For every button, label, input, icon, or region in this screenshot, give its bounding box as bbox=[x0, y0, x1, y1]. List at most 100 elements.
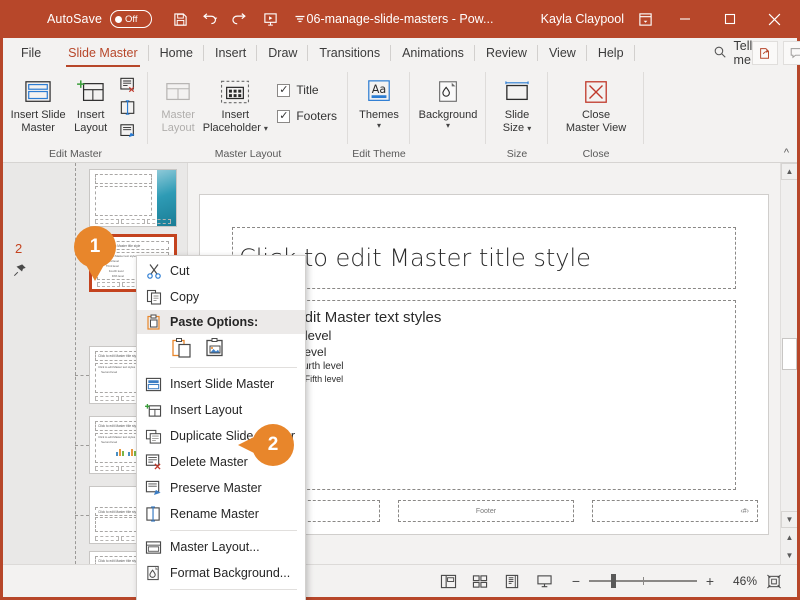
previous-slide-button[interactable]: ▲ bbox=[781, 528, 797, 546]
zoom-out-button[interactable]: − bbox=[569, 573, 583, 589]
account-name[interactable]: Kayla Claypool bbox=[541, 12, 628, 26]
zoom-in-button[interactable]: + bbox=[703, 573, 717, 589]
ribbon-group-edit-theme: Aa Themes ▾ Edit Theme bbox=[348, 68, 410, 162]
zoom-slider[interactable] bbox=[589, 574, 697, 588]
autosave-control[interactable]: AutoSave Off bbox=[47, 10, 153, 28]
tell-me-box[interactable]: Tell me bbox=[713, 38, 752, 68]
slide-number-placeholder[interactable]: ‹#› bbox=[592, 500, 758, 522]
callout-tail bbox=[86, 265, 104, 281]
tab-home[interactable]: Home bbox=[149, 38, 205, 68]
title-checkbox[interactable]: ✓ Title bbox=[277, 83, 337, 97]
footers-checkbox[interactable]: ✓ Footers bbox=[277, 109, 337, 123]
background-styles-button[interactable]: Background ▾ bbox=[417, 71, 479, 137]
paste-picture-icon[interactable] bbox=[204, 336, 228, 360]
ribbon-group-label-close: Close bbox=[582, 148, 610, 160]
tab-review[interactable]: Review bbox=[475, 38, 538, 68]
reading-view-button[interactable] bbox=[497, 569, 527, 593]
tab-help[interactable]: Help bbox=[587, 38, 635, 68]
context-menu-item-master-layout[interactable]: Master Layout... bbox=[137, 534, 305, 560]
pin-icon[interactable] bbox=[13, 263, 27, 282]
chevron-down-icon[interactable]: ▾ bbox=[446, 122, 450, 130]
close-master-view-label-1: Close bbox=[581, 109, 611, 121]
paste-keep-source-formatting-icon[interactable] bbox=[170, 336, 194, 360]
callout-number-1: 1 bbox=[89, 236, 101, 257]
themes-icon: Aa bbox=[365, 75, 393, 109]
normal-view-button[interactable] bbox=[433, 569, 463, 593]
context-menu-item-preserve-master[interactable]: Preserve Master bbox=[137, 475, 305, 501]
rename-master-icon[interactable] bbox=[115, 97, 141, 119]
zoom-midpoint-tick bbox=[643, 577, 644, 585]
close-master-view-icon bbox=[583, 75, 609, 109]
delete-master-icon[interactable] bbox=[115, 74, 141, 96]
ribbon-tab-bar: File Slide Master Home Insert Draw Trans… bbox=[3, 38, 800, 68]
context-menu-item-cut[interactable]: Cut bbox=[137, 258, 305, 284]
collapse-ribbon-button[interactable]: ^ bbox=[784, 147, 789, 159]
footer-placeholder[interactable]: Footer bbox=[398, 500, 574, 522]
context-menu-label-insert-slide-master: Insert Slide Master bbox=[170, 377, 275, 391]
theme-wave-graphic bbox=[157, 170, 176, 226]
context-menu-item-insert-slide-master[interactable]: Insert Slide Master bbox=[137, 371, 305, 397]
preserve-master-icon bbox=[137, 475, 170, 501]
scroll-up-button[interactable]: ▲ bbox=[781, 163, 797, 180]
insert-layout-button[interactable]: Insert Layout bbox=[68, 71, 113, 137]
chevron-down-icon[interactable]: ▾ bbox=[377, 122, 381, 130]
start-presentation-icon[interactable] bbox=[256, 6, 284, 32]
slide-size-button[interactable]: Slide Size ▾ bbox=[493, 71, 541, 137]
autosave-label: AutoSave bbox=[47, 12, 103, 26]
master-hierarchy-rail bbox=[75, 163, 76, 564]
close-master-view-button[interactable]: Close Master View bbox=[555, 71, 637, 137]
scrollbar-thumb[interactable] bbox=[782, 338, 797, 370]
autosave-toggle-knob bbox=[115, 15, 123, 23]
tab-insert[interactable]: Insert bbox=[204, 38, 258, 68]
thumbnail-master-1[interactable] bbox=[89, 169, 177, 227]
chevron-down-icon[interactable]: ▾ bbox=[264, 125, 268, 133]
tab-bar-right-controls bbox=[752, 38, 800, 68]
close-icon[interactable] bbox=[752, 0, 797, 38]
slideshow-view-button[interactable] bbox=[529, 569, 559, 593]
zoom-slider-handle[interactable] bbox=[611, 574, 616, 588]
context-menu-divider bbox=[170, 589, 297, 590]
zoom-control[interactable]: − + 46% bbox=[569, 573, 757, 589]
tab-file[interactable]: File bbox=[3, 38, 57, 68]
ribbon-display-options-icon[interactable] bbox=[628, 4, 662, 34]
themes-button[interactable]: Aa Themes ▾ bbox=[355, 71, 403, 137]
redo-icon[interactable] bbox=[226, 6, 254, 32]
thumbnail-connector bbox=[75, 445, 89, 446]
undo-icon[interactable] bbox=[196, 6, 224, 32]
slide-sorter-view-button[interactable] bbox=[465, 569, 495, 593]
autosave-toggle[interactable]: Off bbox=[110, 10, 153, 28]
master-title-placeholder[interactable]: Click to edit Master title style bbox=[232, 227, 736, 289]
context-menu-label-cut: Cut bbox=[170, 264, 190, 278]
tab-view[interactable]: View bbox=[538, 38, 587, 68]
context-menu-item-copy[interactable]: Copy bbox=[137, 284, 305, 310]
chevron-down-icon[interactable]: ▾ bbox=[527, 125, 531, 133]
tab-draw[interactable]: Draw bbox=[257, 38, 309, 68]
maximize-icon[interactable] bbox=[707, 0, 752, 38]
preserve-master-icon[interactable] bbox=[115, 120, 141, 142]
ribbon-group-edit-master: Insert Slide Master Insert Layout Edit M… bbox=[3, 68, 148, 162]
comments-icon[interactable] bbox=[783, 41, 800, 65]
callout-number-2: 2 bbox=[267, 434, 279, 455]
vertical-scrollbar[interactable]: ▲ ▼ ▲ ▼ bbox=[780, 163, 797, 564]
tab-transitions[interactable]: Transitions bbox=[308, 38, 391, 68]
master-body-placeholder[interactable]: Click to edit Master text styles Second … bbox=[232, 300, 736, 490]
zoom-level-label[interactable]: 46% bbox=[723, 574, 757, 588]
fit-slide-to-window-button[interactable] bbox=[759, 569, 789, 593]
share-icon[interactable] bbox=[752, 41, 779, 65]
edit-master-small-buttons bbox=[115, 71, 141, 142]
insert-layout-icon bbox=[137, 397, 170, 423]
tab-animations[interactable]: Animations bbox=[391, 38, 475, 68]
tab-slide-master[interactable]: Slide Master bbox=[57, 38, 150, 68]
save-icon[interactable] bbox=[166, 6, 194, 32]
next-slide-button[interactable]: ▼ bbox=[781, 546, 797, 564]
callout-badge-1: 1 bbox=[74, 226, 116, 281]
insert-slide-master-button[interactable]: Insert Slide Master bbox=[10, 71, 66, 137]
context-menu-item-insert-layout[interactable]: Insert Layout bbox=[137, 397, 305, 423]
close-master-view-label-2: Master View bbox=[565, 122, 627, 134]
insert-placeholder-button[interactable]: Insert Placeholder ▾ bbox=[203, 71, 268, 137]
minimize-icon[interactable] bbox=[662, 0, 707, 38]
context-menu-item-rename-master[interactable]: Rename Master bbox=[137, 501, 305, 527]
master-layout-button[interactable]: Master Layout bbox=[155, 71, 201, 137]
scroll-down-button[interactable]: ▼ bbox=[781, 511, 797, 528]
context-menu-item-format-background[interactable]: Format Background... bbox=[137, 560, 305, 586]
